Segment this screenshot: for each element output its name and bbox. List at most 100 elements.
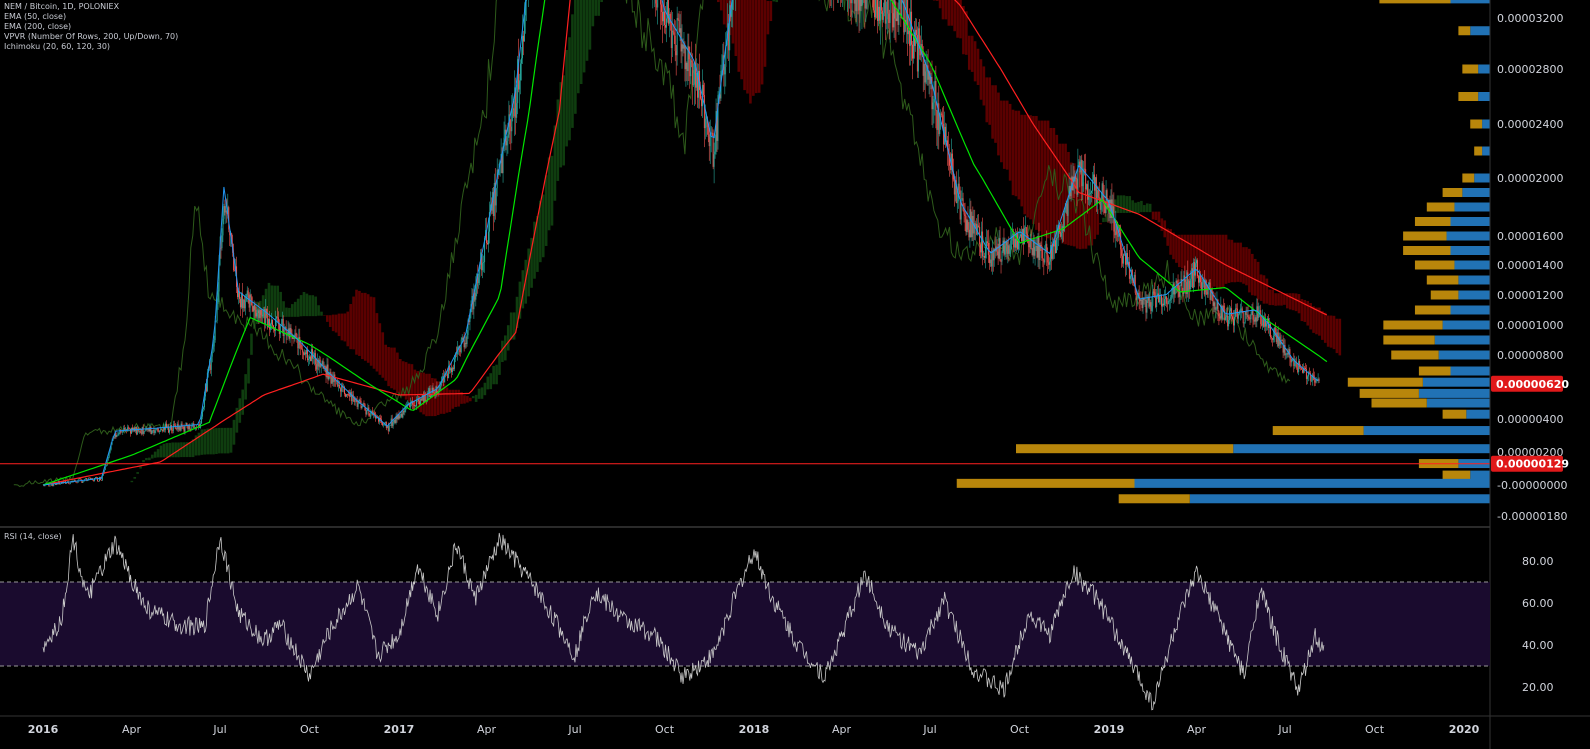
candle-body [1156, 295, 1158, 307]
candle-body [965, 215, 967, 233]
candle-body [304, 352, 306, 355]
candle-body [1008, 245, 1010, 254]
kumo-slice [1215, 234, 1219, 289]
candle-body [384, 421, 386, 423]
candle-body [276, 316, 278, 318]
candle-body [1189, 280, 1191, 289]
indicator-legend: NEM / Bitcoin, 1D, POLONIEX EMA (50, clo… [4, 2, 178, 52]
vpvr-up-16 [1442, 320, 1490, 330]
candle-body [1281, 340, 1283, 341]
candle-body [1042, 258, 1044, 260]
candle-body [321, 361, 323, 365]
kumo-slice [932, 0, 936, 1]
kumo-slice [944, 0, 948, 20]
candle-body [1215, 308, 1217, 310]
rsi-tick-label: 20.00 [1522, 681, 1554, 694]
legend-ema200[interactable]: EMA (200, close) [4, 22, 178, 32]
time-tick-label: Oct [1010, 723, 1030, 736]
candle-body [308, 358, 310, 361]
legend-rsi[interactable]: RSI (14, close) [4, 532, 62, 541]
candle-body [1255, 317, 1257, 322]
candle-body [442, 376, 444, 377]
candle-body [1007, 245, 1009, 254]
candle-body [885, 19, 887, 24]
vpvr-down-11 [1403, 246, 1451, 255]
candle-body [998, 238, 1000, 259]
candle-body [80, 478, 82, 480]
kumo-slice [1268, 289, 1272, 306]
candle-body [1043, 259, 1045, 263]
kumo-slice [1151, 211, 1155, 220]
candle-body [731, 9, 733, 17]
candle-body [858, 0, 860, 11]
candle-body [1227, 315, 1229, 327]
candle-body [1272, 336, 1274, 340]
candle-body [1247, 314, 1249, 317]
kumo-slice [366, 294, 370, 363]
candle-body [1049, 261, 1051, 265]
trading-chart[interactable]: 0.00003200 0.00002800 0.00002400 0.00002000… [0, 0, 1590, 749]
candle-body [1317, 379, 1319, 380]
price-tick-label: 0.00003200 [1497, 12, 1563, 25]
candle-body [260, 309, 262, 315]
candle-body [366, 410, 368, 415]
kumo-slice [947, 0, 951, 26]
candle-body [157, 428, 159, 432]
vpvr-down-9 [1414, 217, 1451, 226]
candle-body [178, 426, 180, 430]
candle-body [708, 137, 710, 147]
candle-body [139, 430, 141, 433]
candle-body [1038, 235, 1040, 261]
candle-body [1076, 178, 1078, 195]
kumo-slice [180, 442, 183, 458]
candle-body [453, 358, 455, 369]
candle-body [160, 428, 162, 431]
candle-body [1298, 361, 1300, 373]
kumo-slice [579, 0, 583, 85]
candle-body [1249, 318, 1251, 320]
kumo-slice [1277, 293, 1280, 306]
candle-body [165, 423, 167, 430]
kumo-slice [305, 293, 309, 317]
candle-body [324, 365, 326, 367]
candle-body [95, 477, 97, 479]
kumo-slice [451, 389, 455, 409]
kumo-slice [133, 476, 137, 479]
kumo-slice [1312, 306, 1315, 333]
candle-body [168, 429, 170, 433]
vpvr-up-18 [1438, 350, 1490, 360]
candle-body [478, 277, 480, 284]
kumo-slice [1148, 203, 1152, 213]
candle-body [401, 413, 403, 418]
candle-body [1303, 367, 1305, 369]
candle-body [495, 188, 497, 206]
legend-symbol[interactable]: NEM / Bitcoin, 1D, POLONIEX [4, 2, 178, 12]
candle-body [908, 30, 910, 35]
legend-vpvr[interactable]: VPVR (Number Of Rows, 200, Up/Down, 70) [4, 32, 178, 42]
legend-ichimoku[interactable]: Ichimoku (20, 60, 120, 30) [4, 42, 178, 52]
candle-body [1232, 316, 1234, 320]
candle-body [964, 214, 966, 216]
kumo-slice [209, 428, 212, 455]
candle-body [1282, 340, 1284, 353]
candle-body [1020, 234, 1022, 242]
kumo-slice [1221, 234, 1225, 287]
kumo-slice [1274, 293, 1277, 306]
candle-body [1314, 380, 1316, 383]
candle-body [1291, 359, 1293, 363]
candle-body [466, 334, 468, 345]
candle-body [50, 485, 52, 487]
candle-body [82, 481, 84, 483]
vpvr-down-24 [1272, 426, 1364, 436]
kumo-slice [967, 35, 971, 70]
candle-body [982, 231, 984, 257]
legend-ema50[interactable]: EMA (50, close) [4, 12, 178, 22]
candle-body [259, 309, 261, 318]
candle-body [1031, 249, 1033, 255]
candle-body [348, 394, 350, 397]
kumo-slice [1288, 293, 1292, 310]
candle-body [935, 80, 937, 111]
candle-body [1287, 353, 1289, 355]
vpvr-down-27 [1442, 470, 1471, 480]
kumo-slice [1259, 274, 1263, 301]
